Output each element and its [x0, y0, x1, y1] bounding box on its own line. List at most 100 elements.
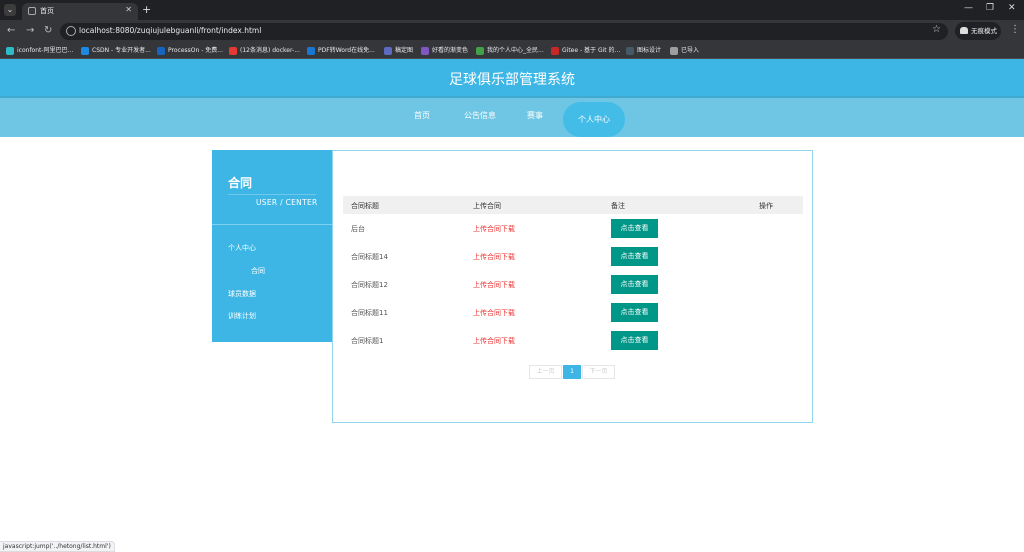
sidebar-subtitle: USER / CENTER — [256, 198, 318, 207]
prev-page-button[interactable]: 上一页 — [529, 365, 562, 379]
bookmark-label: 稿定图 — [395, 47, 414, 54]
bookmark-favicon-icon — [551, 47, 559, 55]
view-button[interactable]: 点击查看 — [611, 331, 658, 350]
page-1-button[interactable]: 1 — [563, 365, 581, 379]
bookmark-label: (12条消息) docker-... — [240, 47, 300, 54]
bookmark-favicon-icon — [626, 47, 634, 55]
bookmark-item[interactable]: CSDN - 专业开发者... — [81, 45, 151, 56]
bookmark-item[interactable]: 好看的渐变色 — [421, 45, 468, 56]
browser-tab[interactable]: 首页 ✕ — [22, 3, 138, 20]
site-title: 足球俱乐部管理系统 — [449, 72, 575, 88]
nav-user-center[interactable]: 个人中心 — [563, 102, 625, 137]
sidebar-item-contract[interactable]: 合同 — [251, 266, 265, 276]
bookmark-label: 好看的渐变色 — [432, 47, 469, 54]
forward-icon[interactable]: → — [26, 25, 34, 36]
contract-panel: 合同标题 上传合同 备注 操作 后台 上传合同下载 点击查看 合同标题14 上传合同下载… — [332, 150, 813, 423]
bookmark-favicon-icon — [384, 47, 392, 55]
bookmark-favicon-icon — [421, 47, 429, 55]
nav-home[interactable]: 首页 — [414, 110, 430, 121]
address-bar[interactable]: localhost:8080/zuqiujulebguanli/front/in… — [60, 23, 948, 40]
bookmark-item[interactable]: 已导入 — [670, 45, 699, 56]
bookmark-favicon-icon — [307, 47, 315, 55]
contract-title: 合同标题12 — [351, 281, 388, 289]
bookmark-item[interactable]: ProcessOn - 免费... — [157, 45, 223, 56]
view-button[interactable]: 点击查看 — [611, 275, 658, 294]
close-window-icon[interactable]: ✕ — [1008, 3, 1016, 13]
minimize-icon[interactable]: — — [964, 3, 973, 13]
contract-download-link[interactable]: 上传合同下载 — [473, 280, 515, 290]
bookmark-label: CSDN - 专业开发者... — [92, 47, 151, 54]
sidebar-item-training-plan[interactable]: 训练计划 — [228, 311, 256, 321]
table-row: 合同标题14 上传合同下载 点击查看 — [343, 243, 803, 271]
contract-title: 合同标题1 — [351, 337, 384, 345]
new-tab-button[interactable]: + — [142, 3, 151, 16]
contract-download-link[interactable]: 上传合同下载 — [473, 252, 515, 262]
sidebar-item-user-center[interactable]: 个人中心 — [228, 243, 256, 253]
bookmark-favicon-icon — [81, 47, 89, 55]
site-nav: 首页 公告信息 赛事 个人中心 — [0, 96, 1024, 137]
bookmark-label: 已导入 — [681, 47, 700, 54]
site-info-icon[interactable] — [66, 26, 76, 36]
table-row: 合同标题11 上传合同下载 点击查看 — [343, 299, 803, 327]
bookmark-label: PDF转Word在线免... — [318, 47, 375, 54]
menu-icon[interactable]: ⋮ — [1010, 24, 1020, 35]
bookmark-star-icon[interactable]: ☆ — [932, 24, 941, 35]
nav-matches[interactable]: 赛事 — [527, 110, 543, 121]
bookmark-item[interactable]: (12条消息) docker-... — [229, 45, 300, 56]
contract-download-link[interactable]: 上传合同下载 — [473, 336, 515, 346]
status-bar-url: javascript:jump('../hetong/list.html') — [0, 541, 115, 552]
table-row: 后台 上传合同下载 点击查看 — [343, 215, 803, 243]
restore-icon[interactable]: ❐ — [986, 3, 994, 13]
table-row: 合同标题12 上传合同下载 点击查看 — [343, 271, 803, 299]
bookmark-label: 我的个人中心_全民... — [487, 47, 544, 54]
incognito-badge[interactable]: 无痕模式 — [955, 22, 1001, 40]
bookmark-item[interactable]: Gitee - 基于 Git 的... — [551, 45, 620, 56]
nav-announcements[interactable]: 公告信息 — [464, 110, 496, 121]
tab-search-icon[interactable]: ⌄ — [4, 4, 16, 16]
contract-download-link[interactable]: 上传合同下载 — [473, 224, 515, 234]
tab-favicon-icon — [28, 7, 36, 15]
bookmark-item[interactable]: 稿定图 — [384, 45, 413, 56]
next-page-button[interactable]: 下一页 — [582, 365, 615, 379]
bookmark-item[interactable]: PDF转Word在线免... — [307, 45, 375, 56]
column-header-action: 操作 — [759, 202, 773, 210]
back-icon[interactable]: ← — [7, 25, 15, 36]
bookmarks-bar: iconfont-阿里巴巴... CSDN - 专业开发者... ProcessOn… — [0, 42, 1024, 59]
contract-title: 合同标题14 — [351, 253, 388, 261]
bookmark-label: 图标设计 — [637, 47, 662, 54]
tab-close-icon[interactable]: ✕ — [125, 5, 132, 14]
contract-download-link[interactable]: 上传合同下载 — [473, 308, 515, 318]
incognito-label: 无痕模式 — [971, 27, 997, 35]
page: 足球俱乐部管理系统 首页 公告信息 赛事 个人中心 合同 USER / CENT… — [0, 59, 1024, 552]
browser-tabstrip: ⌄ 首页 ✕ + — ❐ ✕ — [0, 0, 1024, 20]
browser-toolbar: ← → ↻ localhost:8080/zuqiujulebguanli/fr… — [0, 20, 1024, 42]
reload-icon[interactable]: ↻ — [44, 25, 52, 36]
view-button[interactable]: 点击查看 — [611, 219, 658, 238]
column-header-title: 合同标题 — [351, 202, 379, 210]
table-row: 合同标题1 上传合同下载 点击查看 — [343, 327, 803, 355]
bookmark-favicon-icon — [229, 47, 237, 55]
view-button[interactable]: 点击查看 — [611, 303, 658, 322]
bookmark-favicon-icon — [670, 47, 678, 55]
bookmark-item[interactable]: iconfont-阿里巴巴... — [6, 45, 73, 56]
sidebar-title: 合同 — [228, 176, 253, 190]
view-button[interactable]: 点击查看 — [611, 247, 658, 266]
contract-title: 合同标题11 — [351, 309, 388, 317]
column-header-remark: 备注 — [611, 202, 625, 210]
incognito-icon — [960, 27, 968, 34]
tab-title: 首页 — [40, 7, 54, 15]
sidebar-item-player-data[interactable]: 球员数据 — [228, 289, 256, 299]
bookmark-item[interactable]: 图标设计 — [626, 45, 661, 56]
sidebar-divider — [212, 224, 332, 225]
table-header: 合同标题 上传合同 备注 操作 — [343, 196, 803, 214]
contract-title: 后台 — [351, 225, 365, 233]
sidebar-divider — [228, 194, 316, 195]
bookmark-label: iconfont-阿里巴巴... — [17, 47, 74, 54]
bookmark-item[interactable]: 我的个人中心_全民... — [476, 45, 544, 56]
column-header-upload: 上传合同 — [473, 202, 501, 210]
address-url[interactable]: localhost:8080/zuqiujulebguanli/front/in… — [79, 26, 261, 35]
site-header: 足球俱乐部管理系统 — [0, 59, 1024, 96]
sidebar: 合同 USER / CENTER 个人中心 合同 球员数据 训练计划 — [212, 150, 332, 342]
bookmark-favicon-icon — [476, 47, 484, 55]
bookmark-label: Gitee - 基于 Git 的... — [562, 47, 621, 54]
